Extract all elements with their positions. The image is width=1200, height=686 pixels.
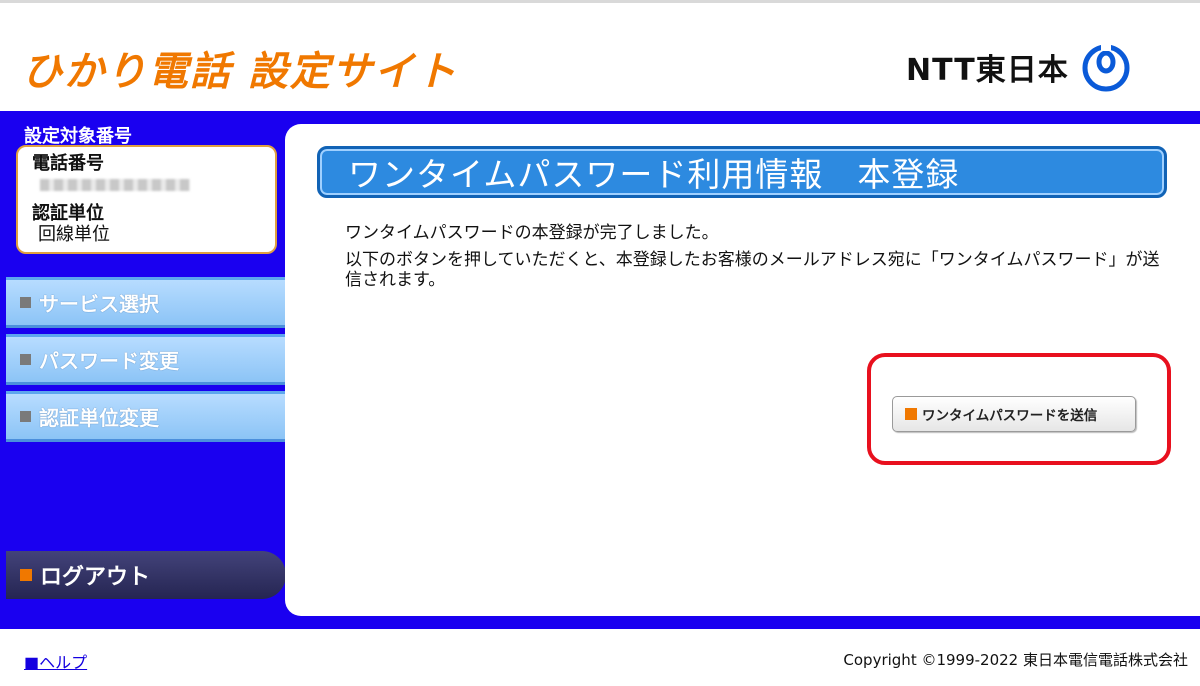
gray-square-icon	[20, 354, 31, 365]
site-title: ひかり電話 設定サイト	[22, 49, 458, 95]
nav-item-service-select[interactable]: サービス選択	[6, 277, 285, 328]
content-panel: ワンタイムパスワード利用情報 本登録 ワンタイムパスワードの本登録が完了しました…	[285, 124, 1200, 616]
nav-item-password-change[interactable]: パスワード変更	[6, 334, 285, 385]
ntt-logo-icon	[1082, 42, 1130, 92]
site-header: ひかり電話 設定サイト NTT東日本	[0, 3, 1200, 111]
main-frame: 設定対象番号 電話番号 認証単位 回線単位 サービス選択 パスワード変更 認証単…	[0, 111, 1200, 629]
phone-number-value-masked	[40, 179, 190, 191]
brand-logo: NTT東日本	[906, 39, 1131, 95]
gray-square-icon	[20, 411, 31, 422]
site-footer: ■ヘルプ Copyright ©1999-2022 東日本電信電話株式会社	[0, 629, 1200, 686]
nav-item-auth-unit-change[interactable]: 認証単位変更	[6, 391, 285, 442]
instruction-message: 以下のボタンを押していただくと、本登録したお客様のメールアドレス宛に「ワンタイム…	[345, 250, 1160, 290]
nav-item-label: サービス選択	[39, 292, 159, 316]
send-button-label: ワンタイムパスワードを送信	[922, 408, 1098, 424]
orange-square-icon	[20, 569, 32, 581]
copyright-text: Copyright ©1999-2022 東日本電信電話株式会社	[843, 651, 1188, 669]
page-title: ワンタイムパスワード利用情報 本登録	[348, 155, 960, 194]
phone-number-label: 電話番号	[32, 153, 104, 174]
logout-button[interactable]: ログアウト	[6, 551, 286, 599]
sidebar: 設定対象番号 電話番号 認証単位 回線単位 サービス選択 パスワード変更 認証単…	[0, 111, 286, 629]
auth-unit-value: 回線単位	[38, 224, 110, 245]
send-onetime-password-button[interactable]: ワンタイムパスワードを送信	[892, 396, 1136, 432]
page-title-banner: ワンタイムパスワード利用情報 本登録	[317, 146, 1167, 198]
orange-square-icon	[905, 408, 917, 420]
auth-unit-label: 認証単位	[32, 203, 104, 224]
target-number-box: 電話番号 認証単位 回線単位	[16, 145, 277, 254]
help-link[interactable]: ■ヘルプ	[24, 649, 87, 673]
nav-item-label: 認証単位変更	[39, 406, 159, 430]
logout-label: ログアウト	[40, 565, 151, 590]
brand-name: NTT東日本	[906, 53, 1069, 88]
completion-message: ワンタイムパスワードの本登録が完了しました。	[345, 223, 719, 243]
gray-square-icon	[20, 297, 31, 308]
nav-item-label: パスワード変更	[39, 349, 179, 373]
